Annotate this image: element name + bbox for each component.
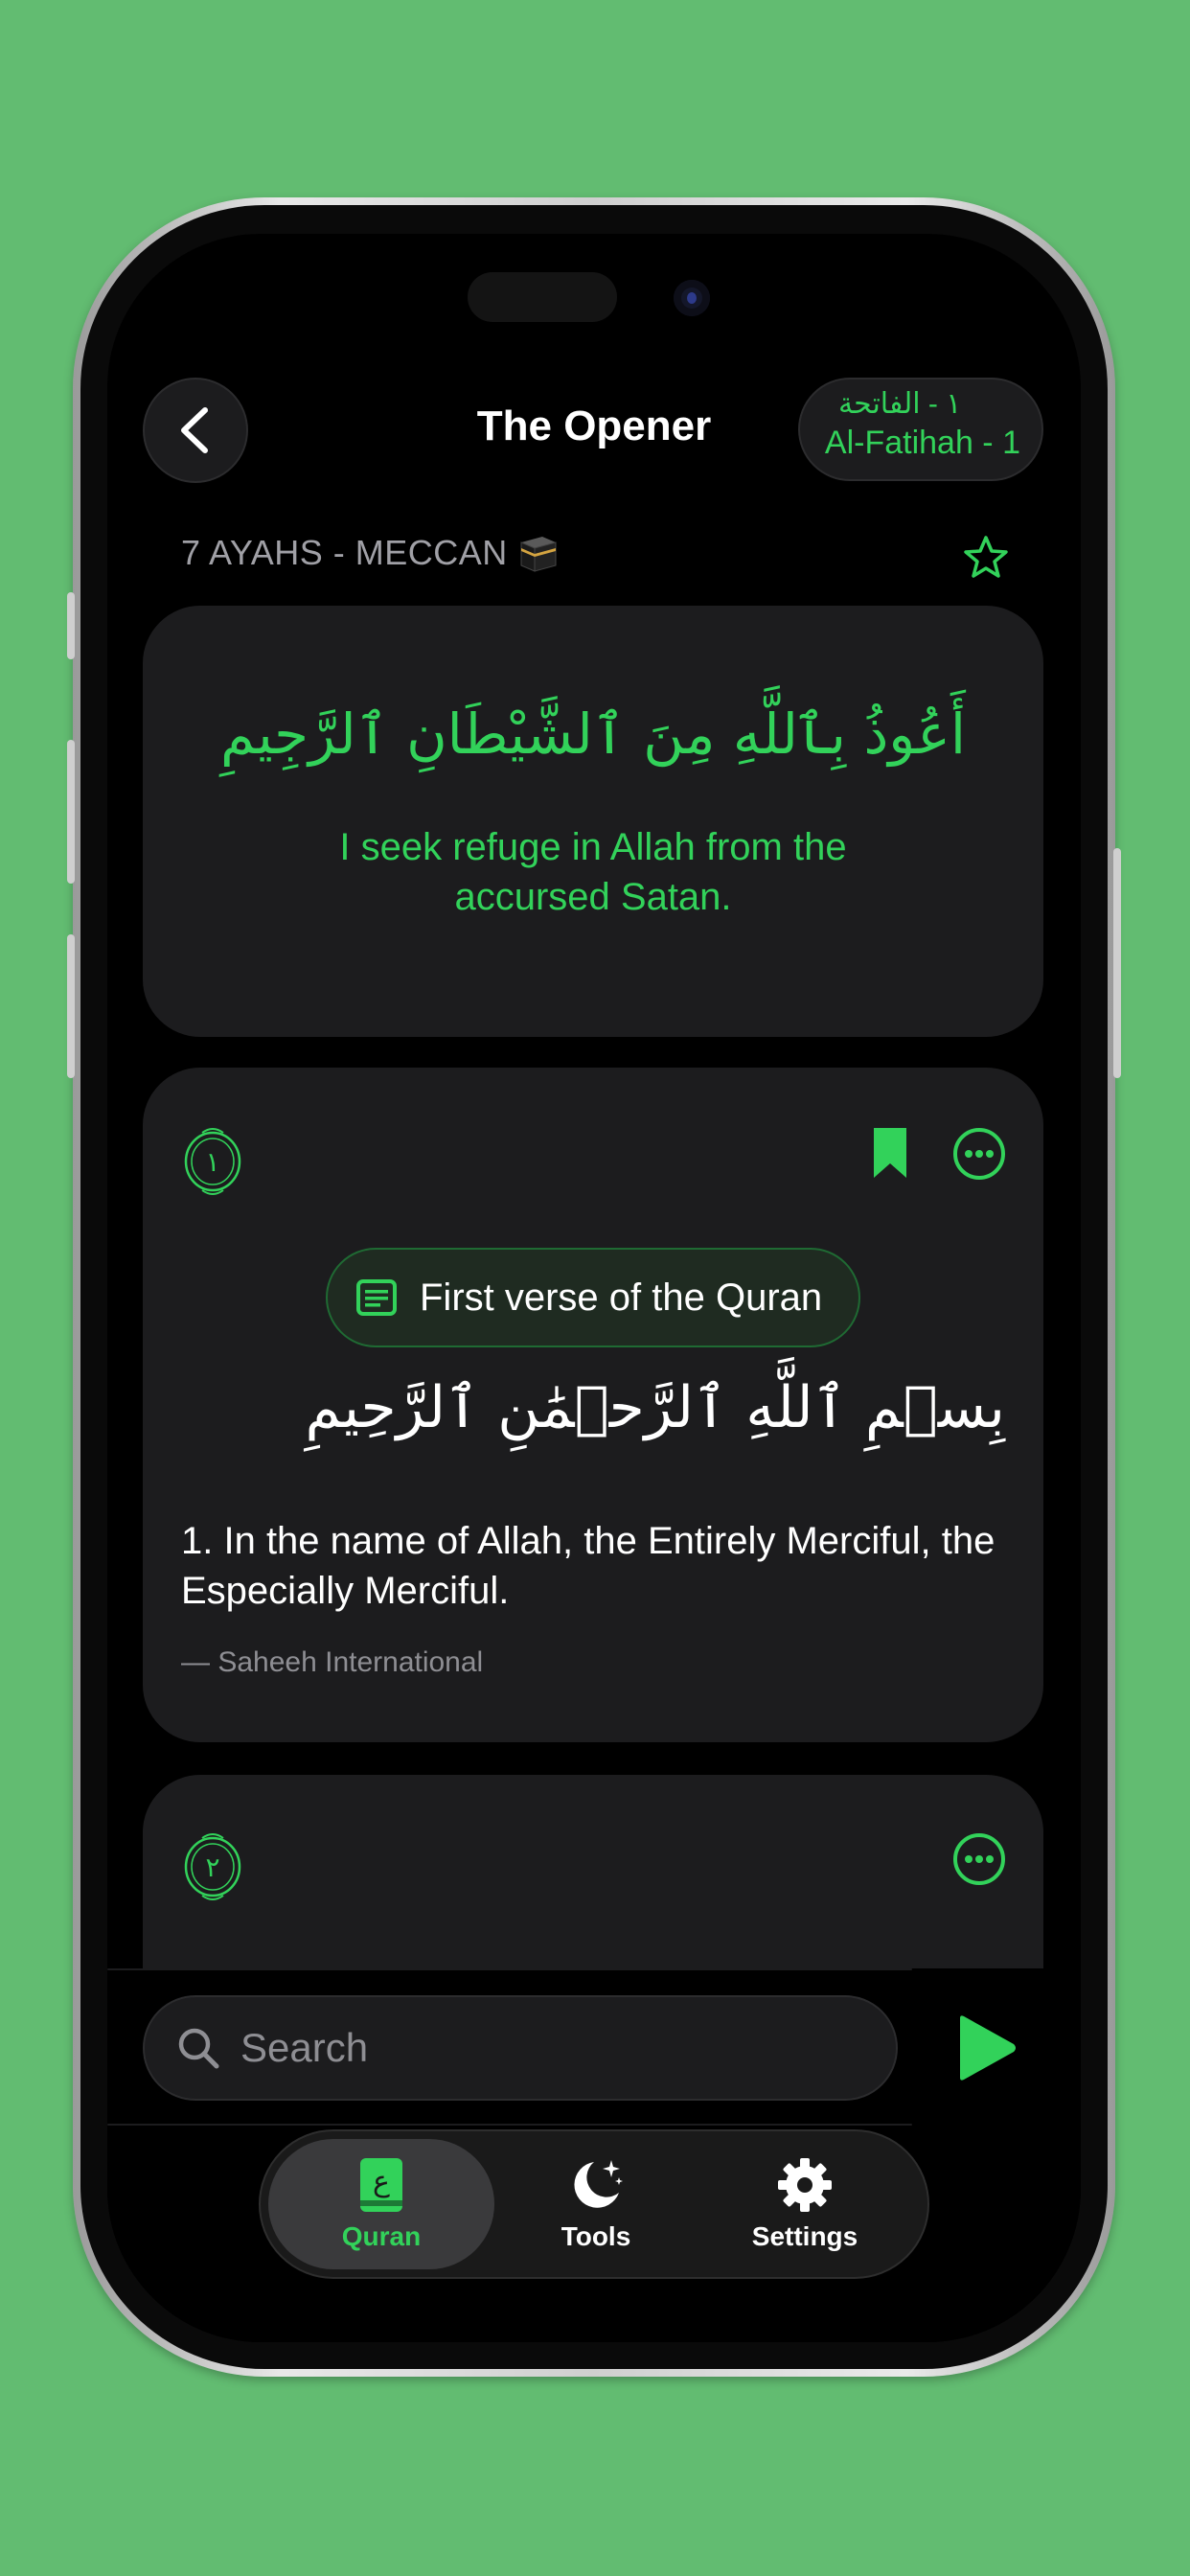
- verse-number-badge: ١: [181, 1123, 244, 1196]
- bookmark-button[interactable]: [871, 1125, 909, 1181]
- gear-icon: [774, 2154, 835, 2216]
- verse-number-badge: ٢: [181, 1828, 244, 1901]
- surah-meta: 7 AYAHS - MECCAN: [181, 533, 560, 573]
- search-field[interactable]: Search: [143, 1995, 898, 2101]
- tab-quran[interactable]: ع Quran: [268, 2139, 494, 2269]
- verse-note-chip[interactable]: First verse of the Quran: [326, 1248, 860, 1347]
- tab-bar: ع Quran Tools Settings: [259, 2129, 929, 2279]
- verse-card: ١ First verse of the Quran بِسۡمِ ٱللَّه…: [143, 1068, 1043, 1742]
- bookmark-filled-icon: [874, 1128, 906, 1178]
- kaaba-icon: [517, 533, 560, 573]
- tab-quran-label: Quran: [341, 2221, 422, 2251]
- translation-source: — Saheeh International: [181, 1646, 484, 1678]
- quran-book-icon: ع: [351, 2154, 412, 2216]
- surah-arabic-label: ١ - الفاتحة: [838, 388, 962, 420]
- ellipsis-circle-icon: [953, 1128, 1005, 1180]
- taawwudh-card: أَعُوذُ بِٱللَّهِ مِنَ ٱلشَّيْطَانِ ٱلرَ…: [143, 606, 1043, 1037]
- power-button: [1113, 848, 1121, 1078]
- more-options-button[interactable]: [952, 1832, 1006, 1886]
- tab-settings[interactable]: Settings: [692, 2139, 918, 2269]
- verse-translation: 1. In the name of Allah, the Entirely Me…: [181, 1520, 995, 1612]
- surah-meta-text: 7 AYAHS - MECCAN: [181, 533, 508, 572]
- search-placeholder: Search: [240, 2025, 369, 2070]
- play-audio-button[interactable]: [952, 2012, 1019, 2083]
- star-icon: [964, 536, 1008, 578]
- favorite-star-button[interactable]: [962, 533, 1010, 581]
- tab-tools-label: Tools: [561, 2221, 631, 2251]
- verse-arabic: بِسۡمِ ٱللَّهِ ٱلرَّحۡمَٰنِ ٱلرَّحِيمِ: [305, 1374, 1005, 1441]
- camera-icon: [674, 280, 710, 316]
- ayah-ornament-icon: ٢: [184, 1833, 241, 1900]
- verse-number: ١: [205, 1146, 219, 1178]
- play-icon: [960, 2015, 1016, 2081]
- app-screen: The Opener ١ - الفاتحة Al-Fatihah - 1 7 …: [107, 234, 1081, 2342]
- divider: [107, 1968, 912, 1970]
- divider: [107, 2124, 912, 2126]
- action-button: [67, 592, 75, 659]
- taawwudh-translation-text: I seek refuge in Allah from the accursed…: [339, 826, 847, 918]
- tab-tools[interactable]: Tools: [483, 2139, 709, 2269]
- moon-stars-icon: [565, 2154, 627, 2216]
- taawwudh-translation: I seek refuge in Allah from the accursed…: [143, 822, 1043, 922]
- more-options-button[interactable]: [952, 1127, 1006, 1181]
- surah-selector-button[interactable]: ١ - الفاتحة Al-Fatihah - 1: [798, 378, 1043, 481]
- svg-text:ع: ع: [373, 2165, 390, 2198]
- ellipsis-circle-icon: [953, 1833, 1005, 1885]
- surah-english-label: Al-Fatihah - 1: [824, 425, 1020, 461]
- tab-settings-label: Settings: [751, 2221, 858, 2251]
- ayah-ornament-icon: ١: [184, 1128, 241, 1195]
- verse-number: ٢: [205, 1852, 219, 1883]
- volume-up-button: [67, 740, 75, 884]
- taawwudh-arabic: أَعُوذُ بِٱللَّهِ مِنَ ٱلشَّيْطَانِ ٱلرَ…: [220, 702, 966, 767]
- search-icon: [178, 2028, 219, 2069]
- note-text-icon: [356, 1279, 397, 1316]
- volume-down-button: [67, 934, 75, 1078]
- dynamic-island: [468, 272, 617, 322]
- bottom-bar: Search ع Quran Tools Settings: [107, 1968, 1081, 2342]
- verse-note-label: First verse of the Quran: [420, 1276, 823, 1319]
